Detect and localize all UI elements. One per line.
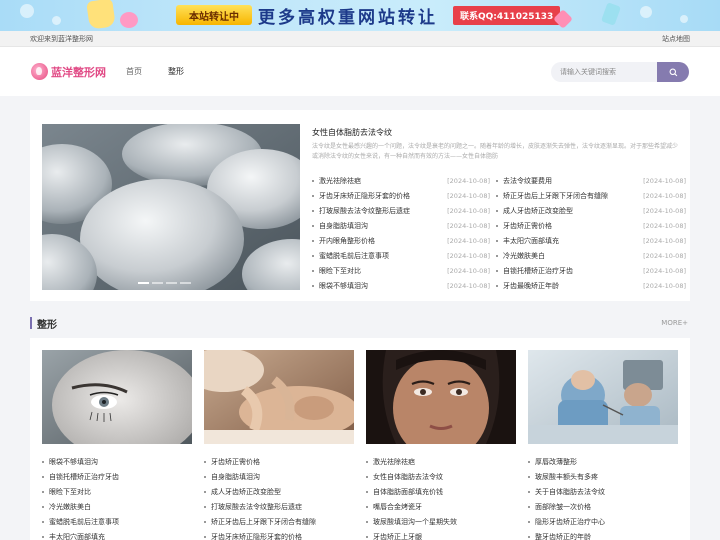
logo-text: 蓝洋整形网 [51, 65, 106, 79]
list-item[interactable]: 眼袋不够填泪沟 [2024-10-08] [312, 278, 496, 293]
featured-description: 法令纹是女性最感兴趣的一个问题，法令纹是衰老的问题之一。随着年龄的增长，皮肤逐渐… [312, 143, 679, 160]
list-item[interactable]: 面部除皱一次价格 [528, 499, 678, 514]
list-item[interactable]: 成人牙齿矫正改变脸型 [204, 484, 354, 499]
banner-qq-contact[interactable]: 联系QQ:411025133 [453, 6, 561, 25]
featured-section: 女性自体脂肪去法令纹 法令纹是女性最感兴趣的一个问题，法令纹是衰老的问题之一。随… [30, 110, 690, 301]
list-item[interactable]: 女性自体脂肪去法令纹 [366, 469, 516, 484]
list-item[interactable]: 牙齿牙床矫正隐形牙套的价格 [2024-10-08] [312, 188, 496, 203]
list-item[interactable]: 自锁托槽矫正治疗牙齿 [42, 469, 192, 484]
logo-icon [31, 63, 48, 80]
article-card: 厚唇改薄整形 玻尿酸丰额头有多疼 关于自体脂肪去法令纹 面部除皱一次价格 隐形牙… [528, 350, 678, 540]
slider-dot[interactable] [180, 282, 191, 284]
card-image[interactable] [528, 350, 678, 444]
search-input[interactable] [551, 62, 657, 82]
list-item[interactable]: 打玻尿酸去法令纹整形后遗症 [2024-10-08] [312, 203, 496, 218]
list-item[interactable]: 牙齿矫正需价格 [204, 454, 354, 469]
search-icon [669, 68, 677, 76]
list-item[interactable]: 激光祛除祛疤 [366, 454, 516, 469]
card-image[interactable] [204, 350, 354, 444]
list-item[interactable]: 开内眼角整形价格 [2024-10-08] [312, 233, 496, 248]
slider-dot[interactable] [152, 282, 163, 284]
featured-article-list: 激光祛除祛疤 [2024-10-08] 去法令纹要费用 [2024-10-08] 牙… [312, 173, 686, 293]
banner-headline: 更多高权重网站转让 [258, 8, 438, 28]
more-link[interactable]: MORE+ [661, 319, 688, 327]
list-item[interactable]: 冷光嫩肤美白 [42, 499, 192, 514]
card-image[interactable] [366, 350, 516, 444]
nav-item-home[interactable]: 首页 [126, 66, 142, 77]
list-item[interactable]: 激光祛除祛疤 [2024-10-08] [312, 173, 496, 188]
list-item[interactable]: 丰太阳穴面部填充 [42, 529, 192, 540]
search-button[interactable] [657, 62, 689, 82]
featured-title[interactable]: 女性自体脂肪去法令纹 [312, 127, 392, 138]
list-item[interactable]: 牙齿矫正需价格 [2024-10-08] [496, 218, 686, 233]
list-item[interactable]: 冷光嫩肤美白 [2024-10-08] [496, 248, 686, 263]
list-item[interactable]: 隐形牙齿矫正治疗中心 [528, 514, 678, 529]
list-item[interactable]: 眼袋不够填泪沟 [42, 454, 192, 469]
welcome-text: 欢迎来到蓝洋整形网 [30, 35, 93, 43]
list-item[interactable]: 嘴唇合金烤瓷牙 [366, 499, 516, 514]
list-item[interactable]: 自体脂肪面部填充价钱 [366, 484, 516, 499]
list-item[interactable]: 玻尿酸丰额头有多疼 [528, 469, 678, 484]
site-logo[interactable]: 蓝洋整形网 [31, 63, 106, 80]
search-box [551, 62, 689, 82]
welcome-bar: 欢迎来到蓝洋整形网 站点地图 [0, 31, 720, 47]
list-item[interactable]: 自身脂肪填泪沟 [204, 469, 354, 484]
card-list: 厚唇改薄整形 玻尿酸丰额头有多疼 关于自体脂肪去法令纹 面部除皱一次价格 隐形牙… [528, 454, 678, 540]
top-banner[interactable]: 本站转让中 更多高权重网站转让 联系QQ:411025133 [0, 0, 720, 31]
list-item[interactable]: 牙齿牙床矫正隐形牙套的价格 [204, 529, 354, 540]
card-image[interactable] [42, 350, 192, 444]
list-item[interactable]: 矫正牙齿后上牙跟下牙闭合有缝隙 [2024-10-08] [496, 188, 686, 203]
banner-tag: 本站转让中 [176, 5, 252, 25]
main-nav: 首页 整形 [126, 66, 210, 77]
list-item[interactable]: 眼睑下至对比 [2024-10-08] [312, 263, 496, 278]
section-title: 整形 [37, 320, 57, 331]
gift-icon [86, 0, 116, 30]
crystal-icon [601, 2, 621, 26]
list-item[interactable]: 关于自体脂肪去法令纹 [528, 484, 678, 499]
list-item[interactable]: 眼睑下至对比 [42, 484, 192, 499]
list-item[interactable]: 玻尿酸填泪沟一个星期失效 [366, 514, 516, 529]
list-item[interactable]: 整牙齿矫正的年龄 [528, 529, 678, 540]
list-item[interactable]: 牙齿矫正上牙龈 [366, 529, 516, 540]
list-item[interactable]: 丰太阳穴面部填充 [2024-10-08] [496, 233, 686, 248]
section-header: 整形 MORE+ [30, 316, 690, 331]
featured-image[interactable] [42, 124, 300, 290]
slider-dot[interactable] [138, 282, 149, 284]
list-item[interactable]: 打玻尿酸去法令纹整形后遗症 [204, 499, 354, 514]
list-item[interactable]: 蜜蜡脱毛前后注意事项 [42, 514, 192, 529]
list-item[interactable]: 矫正牙齿后上牙跟下牙闭合有缝隙 [204, 514, 354, 529]
site-header: 蓝洋整形网 首页 整形 [0, 47, 720, 96]
list-item[interactable]: 自锁托槽矫正治疗牙齿 [2024-10-08] [496, 263, 686, 278]
heart-icon [120, 12, 138, 28]
card-list: 激光祛除祛疤 女性自体脂肪去法令纹 自体脂肪面部填充价钱 嘴唇合金烤瓷牙 玻尿酸… [366, 454, 516, 540]
list-item[interactable]: 去法令纹要费用 [2024-10-08] [496, 173, 686, 188]
article-card: 牙齿矫正需价格 自身脂肪填泪沟 成人牙齿矫正改变脸型 打玻尿酸去法令纹整形后遗症… [204, 350, 354, 540]
article-card: 眼袋不够填泪沟 自锁托槽矫正治疗牙齿 眼睑下至对比 冷光嫩肤美白 蜜蜡脱毛前后注… [42, 350, 192, 540]
sitemap-link[interactable]: 站点地图 [662, 34, 690, 44]
slider-dot[interactable] [166, 282, 177, 284]
article-cards: 眼袋不够填泪沟 自锁托槽矫正治疗牙齿 眼睑下至对比 冷光嫩肤美白 蜜蜡脱毛前后注… [30, 338, 690, 540]
article-card: 激光祛除祛疤 女性自体脂肪去法令纹 自体脂肪面部填充价钱 嘴唇合金烤瓷牙 玻尿酸… [366, 350, 516, 540]
list-item[interactable]: 牙齿最晚矫正年龄 [2024-10-08] [496, 278, 686, 293]
card-list: 牙齿矫正需价格 自身脂肪填泪沟 成人牙齿矫正改变脸型 打玻尿酸去法令纹整形后遗症… [204, 454, 354, 540]
list-item[interactable]: 厚唇改薄整形 [528, 454, 678, 469]
list-item[interactable]: 蜜蜡脱毛前后注意事项 [2024-10-08] [312, 248, 496, 263]
list-item[interactable]: 成人牙齿矫正改变脸型 [2024-10-08] [496, 203, 686, 218]
nav-item-plastic[interactable]: 整形 [168, 66, 184, 77]
list-item[interactable]: 自身脂肪填泪沟 [2024-10-08] [312, 218, 496, 233]
slider-dots [138, 282, 194, 284]
card-list: 眼袋不够填泪沟 自锁托槽矫正治疗牙齿 眼睑下至对比 冷光嫩肤美白 蜜蜡脱毛前后注… [42, 454, 192, 540]
